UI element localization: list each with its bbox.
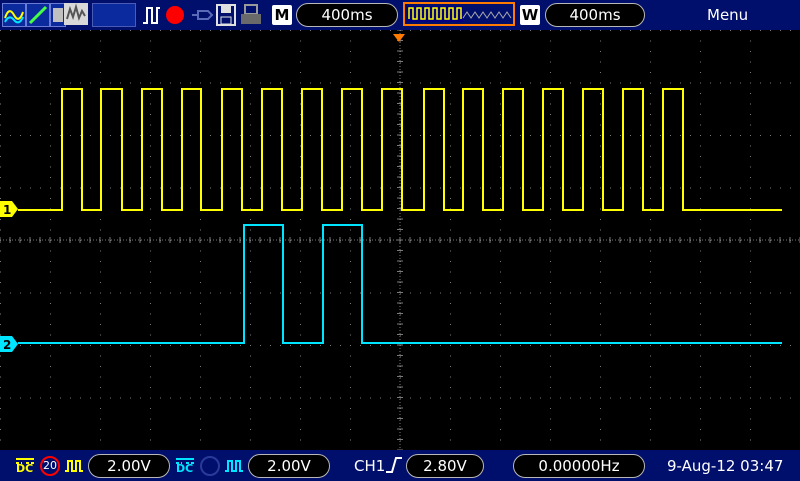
print-icon[interactable] [240,4,262,26]
frequency-counter: 0.00000Hz [513,454,645,478]
pulse-trigger-icon[interactable] [142,4,162,26]
ch1-marker[interactable]: 1 [0,201,18,217]
waveform-svg [0,29,800,451]
empty-slot [92,3,136,27]
ch2-invert-icon[interactable] [224,457,244,475]
ch1-scale[interactable]: 2.00V [88,454,170,478]
ch1-bandwidth-limit-icon[interactable]: 20 [40,456,60,476]
ch2-marker-label: 2 [3,338,11,352]
timebase-value[interactable]: 400ms [296,3,398,27]
save-icon[interactable] [216,4,236,26]
ch1-coupling-label: DC [16,462,34,475]
ch1-bandwidth-limit-value: 20 [43,459,57,472]
trigger-rising-edge-icon[interactable] [384,455,404,475]
window-tag: W [520,5,540,25]
ch2-coupling-label: DC [176,462,194,475]
math-icon[interactable] [26,3,50,27]
ch1-invert-icon[interactable] [64,457,84,475]
record-icon[interactable] [166,6,184,24]
trigger-source[interactable]: CH1 [354,457,385,475]
trigger-position-marker[interactable] [392,28,406,42]
timebase-tag: M [272,5,292,25]
probe-icon[interactable] [190,5,214,25]
top-toolbar: M 400ms W 400ms Menu [0,0,800,30]
waveform-overview-icon[interactable] [403,2,515,26]
trigger-level[interactable]: 2.80V [406,454,484,478]
reference-wave-icon[interactable] [64,3,88,25]
ch1-marker-label: 1 [3,203,11,217]
date-time: 9-Aug-12 03:47 [667,457,784,475]
waveform-display: 1 2 [0,28,800,451]
ch2-bandwidth-limit-icon[interactable] [200,456,220,476]
ch2-marker[interactable]: 2 [0,336,18,352]
run-mode-icon[interactable] [2,3,26,27]
menu-button[interactable]: Menu [707,6,748,24]
ch2-scale[interactable]: 2.00V [248,454,330,478]
window-value[interactable]: 400ms [545,3,645,27]
